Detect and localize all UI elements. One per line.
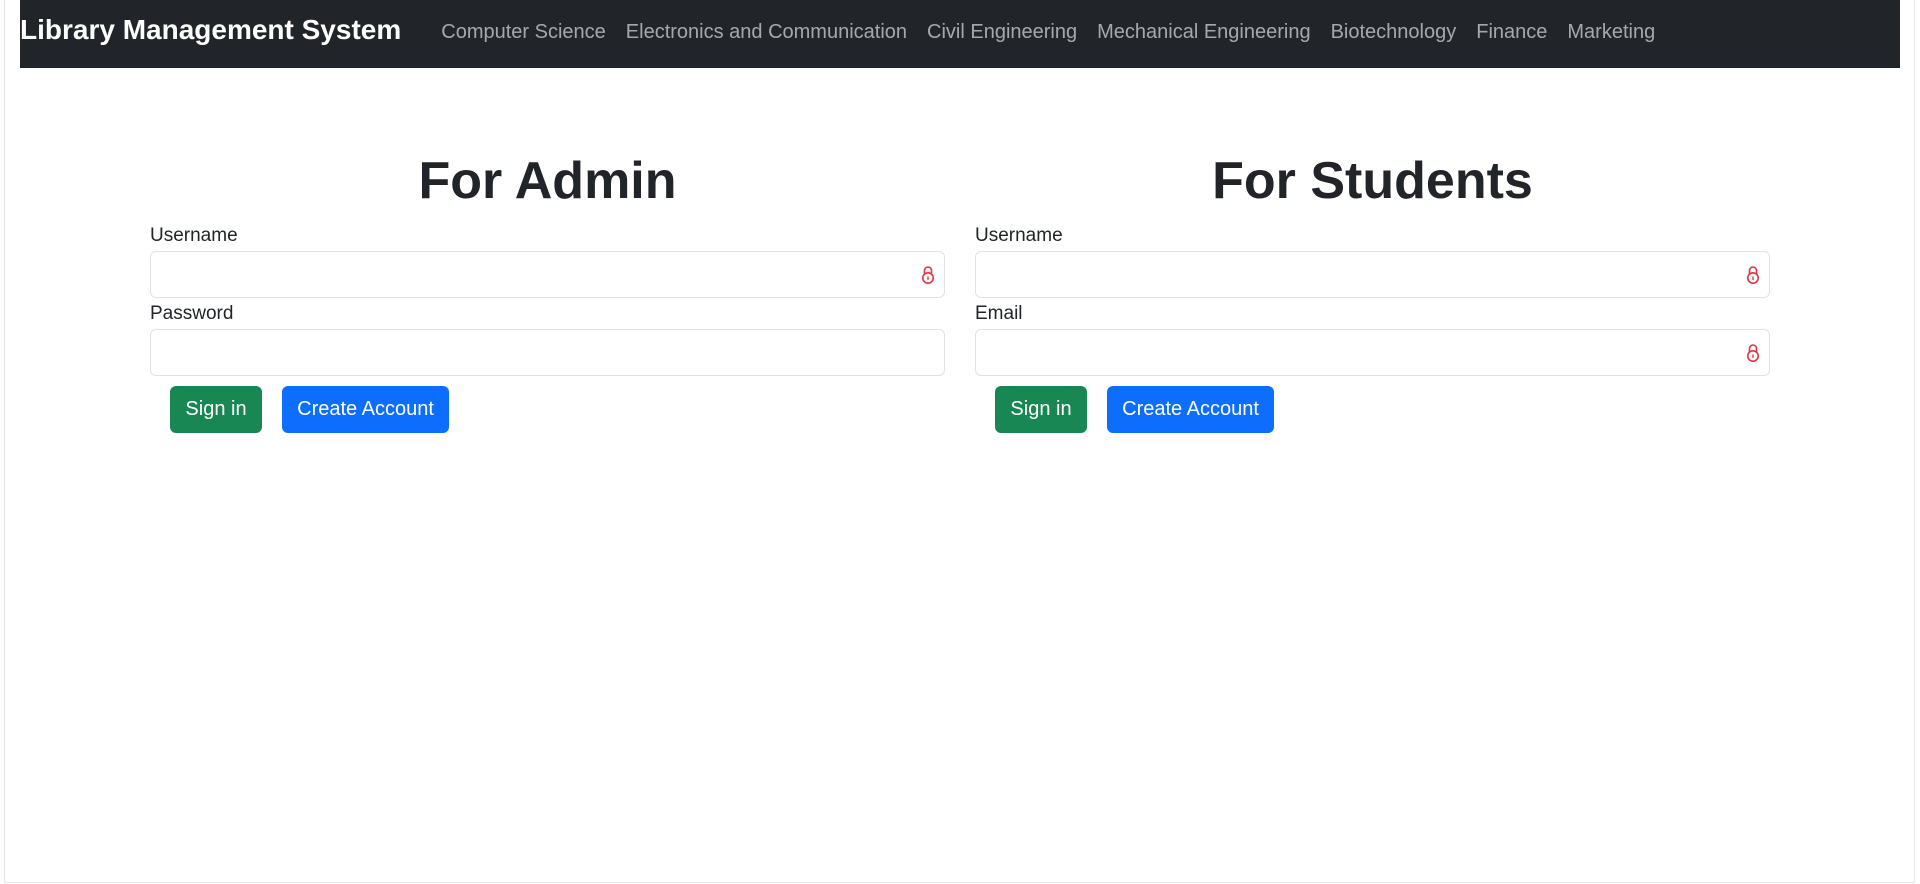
students-username-field xyxy=(975,251,1770,298)
nav-link-biotechnology[interactable]: Biotechnology xyxy=(1321,21,1467,44)
admin-login-section: For Admin Username Password Sign in Crea… xyxy=(150,148,945,433)
students-email-input[interactable] xyxy=(976,330,1769,375)
admin-username-input[interactable] xyxy=(151,252,944,297)
admin-sign-in-button[interactable]: Sign in xyxy=(170,386,262,433)
admin-username-label: Username xyxy=(150,225,238,246)
admin-heading: For Admin xyxy=(418,152,677,210)
students-sign-in-button[interactable]: Sign in xyxy=(995,386,1087,433)
admin-username-field xyxy=(150,251,945,298)
students-username-label: Username xyxy=(975,225,1063,246)
page-frame xyxy=(4,0,1915,883)
admin-password-label: Password xyxy=(150,303,234,324)
nav-link-civil[interactable]: Civil Engineering xyxy=(917,21,1087,44)
admin-password-input[interactable] xyxy=(151,330,944,375)
admin-buttons: Sign in Create Account xyxy=(170,386,945,433)
students-buttons: Sign in Create Account xyxy=(995,386,1770,433)
students-email-field xyxy=(975,329,1770,376)
students-login-section: For Students Username Email Sign in Crea… xyxy=(975,148,1770,433)
brand-title[interactable]: Library Management System xyxy=(20,14,401,46)
students-username-input[interactable] xyxy=(976,252,1769,297)
lock-icon xyxy=(1747,344,1759,362)
admin-create-account-button[interactable]: Create Account xyxy=(282,386,449,433)
students-email-label: Email xyxy=(975,303,1023,324)
nav-link-electronics[interactable]: Electronics and Communication xyxy=(616,21,917,44)
nav-links: Computer Science Electronics and Communi… xyxy=(431,21,1665,44)
students-heading: For Students xyxy=(1212,152,1533,210)
nav-link-marketing[interactable]: Marketing xyxy=(1557,21,1665,44)
admin-password-field xyxy=(150,329,945,376)
nav-link-finance[interactable]: Finance xyxy=(1466,21,1557,44)
nav-link-mechanical[interactable]: Mechanical Engineering xyxy=(1087,21,1320,44)
nav-link-computer-science[interactable]: Computer Science xyxy=(431,21,616,44)
students-create-account-button[interactable]: Create Account xyxy=(1107,386,1274,433)
top-navbar: Library Management System Computer Scien… xyxy=(20,0,1900,68)
lock-icon xyxy=(922,266,934,284)
lock-icon xyxy=(1747,266,1759,284)
